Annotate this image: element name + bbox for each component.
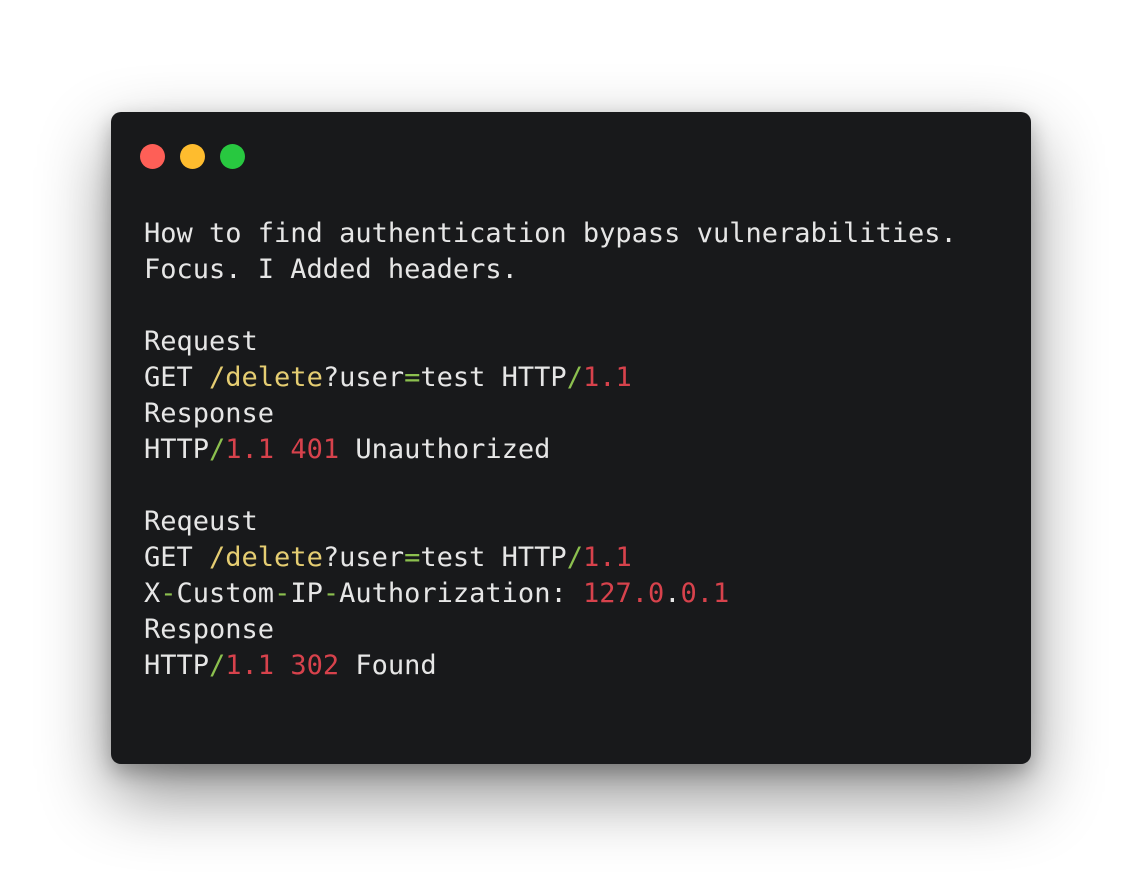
code-token: Response <box>144 398 275 429</box>
code-line: Reqeust <box>144 504 957 540</box>
code-token: Custom <box>176 578 275 609</box>
code-token: 1.1 302 <box>225 650 340 681</box>
code-token: Authorization: <box>339 578 583 609</box>
code-block: How to find authentication bypass vulner… <box>144 216 957 684</box>
code-token: GET <box>144 542 210 573</box>
code-token: test HTTP <box>420 362 567 393</box>
code-token: . <box>664 578 681 609</box>
code-token: Unauthorized <box>339 434 551 465</box>
code-line: GET /delete?user=test HTTP/1.1 <box>144 360 957 396</box>
code-token: /delete <box>209 542 323 573</box>
code-token: IP <box>290 578 323 609</box>
code-line: HTTP/1.1 401 Unauthorized <box>144 432 957 468</box>
code-token: HTTP <box>144 650 210 681</box>
code-window: How to find authentication bypass vulner… <box>111 112 1031 764</box>
code-token: 1.1 401 <box>225 434 340 465</box>
code-token: Response <box>144 614 275 645</box>
code-token: - <box>274 578 291 609</box>
code-line: Focus. I Added headers. <box>144 252 957 288</box>
code-line: GET /delete?user=test HTTP/1.1 <box>144 540 957 576</box>
code-token: 0.1 <box>680 578 730 609</box>
code-token: ?user <box>322 362 405 393</box>
code-token: test HTTP <box>420 542 567 573</box>
code-token: - <box>322 578 340 609</box>
code-token: /delete <box>209 362 323 393</box>
minimize-window-dot-icon[interactable] <box>180 144 205 169</box>
code-line: HTTP/1.1 302 Found <box>144 648 957 684</box>
maximize-window-dot-icon[interactable] <box>220 144 245 169</box>
code-token: 1.1 <box>582 362 632 393</box>
code-token: X <box>144 578 161 609</box>
code-token: How to find authentication bypass vulner… <box>144 218 957 249</box>
code-line: Request <box>144 324 957 360</box>
code-token: Request <box>144 326 258 357</box>
code-token: / <box>566 542 583 573</box>
code-token: ?user <box>322 542 405 573</box>
code-line: How to find authentication bypass vulner… <box>144 216 957 252</box>
code-token: / <box>209 434 226 465</box>
code-token: HTTP <box>144 434 210 465</box>
code-token: Focus. I Added headers. <box>144 254 518 285</box>
code-token: = <box>404 542 421 573</box>
close-window-dot-icon[interactable] <box>140 144 165 169</box>
code-token: Reqeust <box>144 506 258 537</box>
code-token: Found <box>339 650 437 681</box>
code-token: / <box>566 362 583 393</box>
code-token: - <box>160 578 177 609</box>
code-token: 1.1 <box>582 542 632 573</box>
code-token: 127.0 <box>582 578 665 609</box>
code-token: / <box>209 650 226 681</box>
code-token: = <box>404 362 421 393</box>
code-token: GET <box>144 362 210 393</box>
code-line: Response <box>144 612 957 648</box>
code-line: X-Custom-IP-Authorization: 127.0.0.1 <box>144 576 957 612</box>
code-line: Response <box>144 396 957 432</box>
